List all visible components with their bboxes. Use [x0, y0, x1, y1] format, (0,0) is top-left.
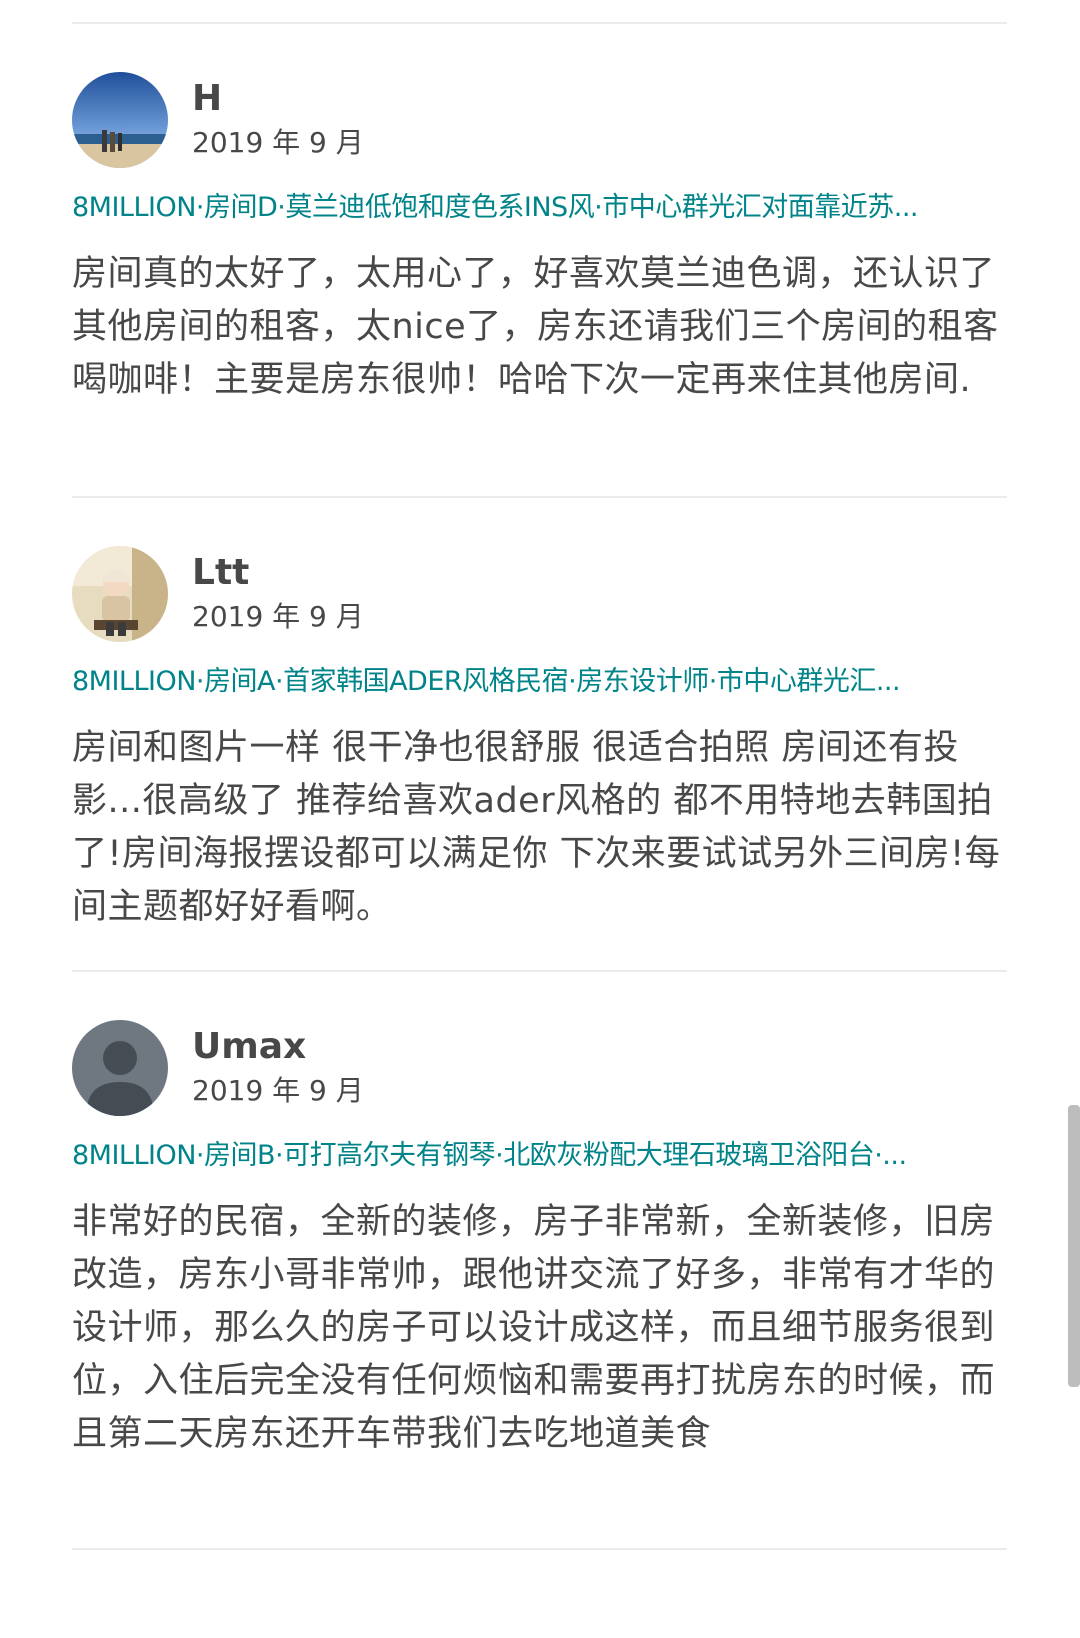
default-user-icon: [72, 1020, 168, 1116]
divider: [72, 970, 1007, 972]
reviews-page: H 2019 年 9 月 8MILLION·房间D·莫兰迪低饱和度色系INS风·…: [0, 0, 1080, 1638]
review-text: 房间真的太好了，太用心了，好喜欢莫兰迪色调，还认识了其他房间的租客，太nice了…: [72, 254, 999, 400]
avatar[interactable]: [72, 1020, 168, 1116]
avatar[interactable]: [72, 72, 168, 168]
beach-photo-avatar: [72, 72, 168, 168]
avatar[interactable]: [72, 546, 168, 642]
listing-link[interactable]: 8MILLION·房间B·可打高尔夫有钢琴·北欧灰粉配大理石玻璃卫浴阳台·...: [72, 1138, 1007, 1174]
listing-link[interactable]: 8MILLION·房间A·首家韩国ADER风格民宿·房东设计师·市中心群光汇..…: [72, 664, 1007, 700]
reviewer-name[interactable]: Umax: [192, 1025, 364, 1069]
review-date: 2019 年 9 月: [192, 600, 364, 633]
review-meta: Ltt 2019 年 9 月: [192, 551, 364, 637]
divider: [72, 22, 1007, 24]
child-photo-avatar: [72, 546, 168, 642]
review-date: 2019 年 9 月: [192, 126, 364, 159]
divider: [72, 1548, 1007, 1550]
review-meta: H 2019 年 9 月: [192, 77, 364, 163]
review-header: Umax 2019 年 9 月: [72, 1020, 1007, 1116]
reviewer-name[interactable]: H: [192, 77, 364, 121]
review-date: 2019 年 9 月: [192, 1074, 364, 1107]
review-text: 房间和图片一样 很干净也很舒服 很适合拍照 房间还有投影...很高级了 推荐给喜…: [72, 728, 1001, 927]
review-meta: Umax 2019 年 9 月: [192, 1025, 364, 1111]
review-item: Umax 2019 年 9 月 8MILLION·房间B·可打高尔夫有钢琴·北欧…: [72, 1020, 1007, 1461]
divider: [72, 496, 1007, 498]
scrollbar[interactable]: [1068, 1105, 1080, 1387]
review-item: H 2019 年 9 月 8MILLION·房间D·莫兰迪低饱和度色系INS风·…: [72, 72, 1007, 407]
review-item: Ltt 2019 年 9 月 8MILLION·房间A·首家韩国ADER风格民宿…: [72, 546, 1007, 934]
listing-link[interactable]: 8MILLION·房间D·莫兰迪低饱和度色系INS风·市中心群光汇对面靠近苏..…: [72, 190, 1007, 226]
review-text: 非常好的民宿，全新的装修，房子非常新，全新装修，旧房改造，房东小哥非常帅，跟他讲…: [72, 1202, 996, 1454]
review-header: Ltt 2019 年 9 月: [72, 546, 1007, 642]
reviewer-name[interactable]: Ltt: [192, 551, 364, 595]
review-header: H 2019 年 9 月: [72, 72, 1007, 168]
